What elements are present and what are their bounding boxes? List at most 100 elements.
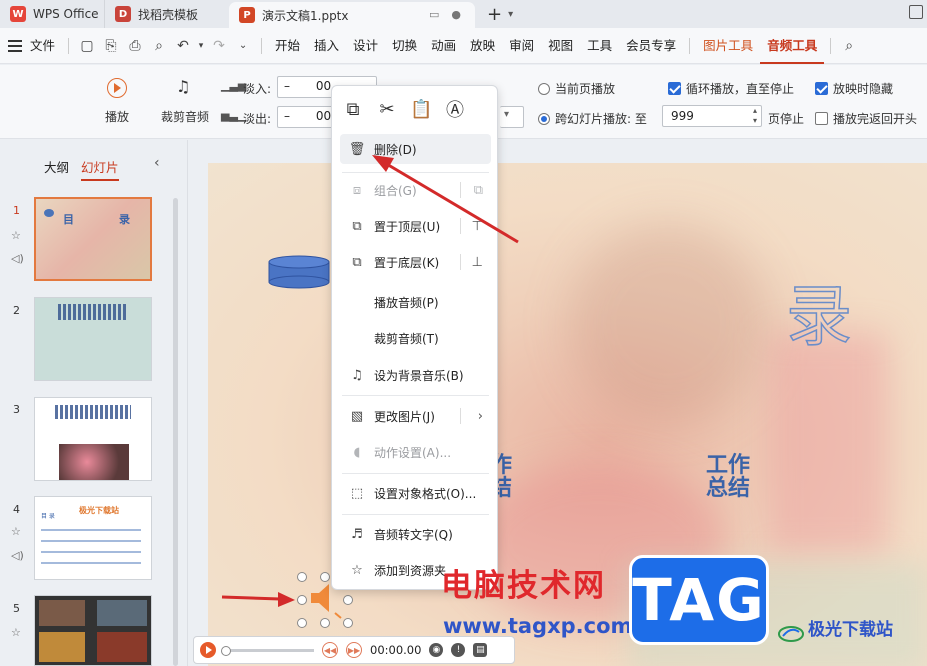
rewind-check-box [815, 112, 828, 125]
window-restore-icon[interactable] [909, 5, 923, 19]
resize-handle[interactable] [297, 595, 307, 605]
copy-icon[interactable]: ⧉ [342, 99, 364, 120]
trim-audio-button[interactable]: 裁剪音频 [161, 108, 209, 125]
search-icon[interactable]: ⌕ [837, 38, 861, 54]
menu-set-background-music[interactable]: ♫ 设为背景音乐(B) [340, 360, 491, 390]
tab-outline[interactable]: 大纲 [44, 157, 69, 181]
radio-cross-slides[interactable]: 跨幻灯片播放: 至 [538, 110, 647, 127]
fade-out-minus[interactable]: – [284, 109, 290, 123]
rewind-icon[interactable]: ◀◀ [322, 642, 338, 658]
resize-handle[interactable] [297, 618, 307, 628]
menu-insert[interactable]: 插入 [307, 28, 346, 64]
menu-format-object[interactable]: ⬚ 设置对象格式(O)... [340, 478, 491, 508]
undo-icon[interactable]: ↶ [171, 38, 195, 54]
slide-thumbnail-5[interactable] [34, 595, 152, 666]
trim-audio-icon[interactable]: ♫ [176, 77, 190, 96]
menu-slideshow[interactable]: 放映 [463, 28, 502, 64]
tab-slides[interactable]: 幻灯片 [81, 157, 119, 181]
undo-dropdown-icon[interactable]: ▾ [195, 41, 207, 51]
menu-action-settings[interactable]: ◖ 动作设置(A)... [340, 437, 491, 467]
hamburger-icon[interactable] [8, 39, 22, 52]
tab-document[interactable]: P 演示文稿1.pptx ▭ ● [229, 2, 475, 28]
save-icon[interactable]: ▢ [75, 38, 99, 54]
volume-icon[interactable]: ◉ [429, 643, 444, 657]
ungroup-icon[interactable]: ⧉ [474, 183, 483, 198]
print-preview-icon[interactable]: ⌕ [147, 38, 171, 54]
star-icon: ☆ [11, 525, 21, 538]
resize-handle[interactable] [343, 595, 353, 605]
spin-arrows-icon[interactable]: ▴ ▾ [753, 106, 757, 126]
menu-home[interactable]: 开始 [268, 28, 307, 64]
audio-to-text-icon[interactable]: ▤ [473, 643, 488, 657]
forward-icon[interactable]: ▶▶ [346, 642, 362, 658]
collapse-panel-icon[interactable]: ‹ [154, 155, 160, 171]
resize-handle[interactable] [297, 572, 307, 582]
hide-checkbox[interactable]: 放映时隐藏 [815, 80, 893, 97]
tab-find-templates[interactable]: D 找稻壳模板 [104, 0, 229, 28]
resize-handle[interactable] [320, 572, 330, 582]
menu-animation[interactable]: 动画 [424, 28, 463, 64]
stop-page-input[interactable]: 999 ▴ ▾ [662, 105, 762, 127]
audio-progress-slider[interactable] [221, 645, 314, 656]
loop-checkbox[interactable]: 循环播放，直至停止 [668, 80, 794, 97]
resize-handle[interactable] [343, 618, 353, 628]
info-icon[interactable]: ! [451, 643, 466, 657]
menu-play-audio-label: 播放音频(P) [374, 295, 439, 310]
print-icon[interactable]: ⎙ [123, 38, 147, 54]
menu-bring-to-front[interactable]: ⧉ 置于顶层(U) ⊤ [340, 211, 491, 241]
radio-current-label: 当前页播放 [555, 82, 616, 96]
menu-transition[interactable]: 切换 [385, 28, 424, 64]
summary-text-right[interactable]: 工作 总结 [706, 454, 750, 500]
radio-current-page[interactable]: 当前页播放 [538, 80, 615, 97]
menu-delete[interactable]: 🗑 删除(D) [340, 134, 491, 164]
menu-send-to-back[interactable]: ⧉ 置于底层(K) ⊥ [340, 247, 491, 277]
align-bottom-icon[interactable]: ⊥ [472, 255, 483, 270]
slide-thumbnail-3[interactable] [34, 397, 152, 481]
redo-icon[interactable]: ↷ [207, 38, 231, 54]
thumb-title-1: 目 [63, 213, 74, 226]
sound-icon: ◁) [11, 252, 24, 265]
volume-dropdown[interactable]: ▾ [500, 106, 524, 128]
paste-text-icon[interactable]: Ⓐ [444, 96, 466, 122]
menu-review[interactable]: 审阅 [502, 28, 541, 64]
slide-thumbnail-4[interactable]: 极光下载站 目 录 [34, 496, 152, 580]
menu-member[interactable]: 会员专享 [619, 28, 683, 64]
menu-trim-audio[interactable]: 裁剪音频(T) [340, 323, 491, 353]
menu-audio-tools[interactable]: 音频工具 [760, 28, 825, 64]
export-icon[interactable]: ⎘ [99, 38, 123, 54]
chevron-down-icon[interactable]: ▾ [508, 9, 513, 20]
align-top-icon[interactable]: ⊤ [472, 219, 483, 234]
new-tab-plus-icon[interactable]: + [487, 4, 502, 25]
menu-audio-to-text[interactable]: ♬ 音频转文字(Q) [340, 519, 491, 549]
chevron-right-icon[interactable]: › [478, 409, 483, 424]
divider [342, 473, 489, 474]
slide-title-char[interactable]: 录 [785, 263, 853, 359]
menu-bar: 文件 ▢ ⎘ ⎙ ⌕ ↶ ▾ ↷ ⌄ 开始 插入 设计 切换 动画 放映 审阅 … [0, 28, 927, 64]
cut-icon[interactable]: ✂ [376, 99, 398, 120]
play-button-label[interactable]: 播放 [105, 108, 129, 125]
group-icon: ⧈ [352, 182, 362, 198]
more-chevron-icon[interactable]: ⌄ [231, 40, 255, 51]
format-object-icon: ⬚ [350, 485, 364, 501]
menu-view[interactable]: 视图 [541, 28, 580, 64]
menu-picture-tools[interactable]: 图片工具 [696, 28, 760, 64]
tab-dot-icon[interactable]: ● [451, 8, 461, 21]
play-icon[interactable] [200, 642, 216, 658]
menu-play-audio[interactable]: 播放音频(P) [340, 287, 491, 317]
paste-icon[interactable]: 📋 [410, 99, 432, 120]
menu-design[interactable]: 设计 [346, 28, 385, 64]
play-icon[interactable] [107, 78, 127, 98]
slide-thumbnail-1[interactable]: 目 录 [34, 197, 152, 281]
rewind-checkbox[interactable]: 播放完返回开头 [815, 110, 917, 127]
cylinder-shape[interactable] [268, 255, 330, 289]
monitor-icon[interactable]: ▭ [429, 8, 439, 21]
menu-change-picture[interactable]: ▧ 更改图片(J) › [340, 401, 491, 431]
tab-wps-office[interactable]: W WPS Office [0, 0, 104, 28]
menu-group[interactable]: ⧈ 组合(G) ⧉ [340, 175, 491, 205]
slide-thumbnail-2[interactable] [34, 297, 152, 381]
panel-scrollbar[interactable] [173, 198, 178, 666]
menu-file[interactable]: 文件 [28, 28, 62, 64]
fade-in-minus[interactable]: – [284, 79, 290, 93]
resize-handle[interactable] [320, 618, 330, 628]
menu-tools[interactable]: 工具 [580, 28, 619, 64]
